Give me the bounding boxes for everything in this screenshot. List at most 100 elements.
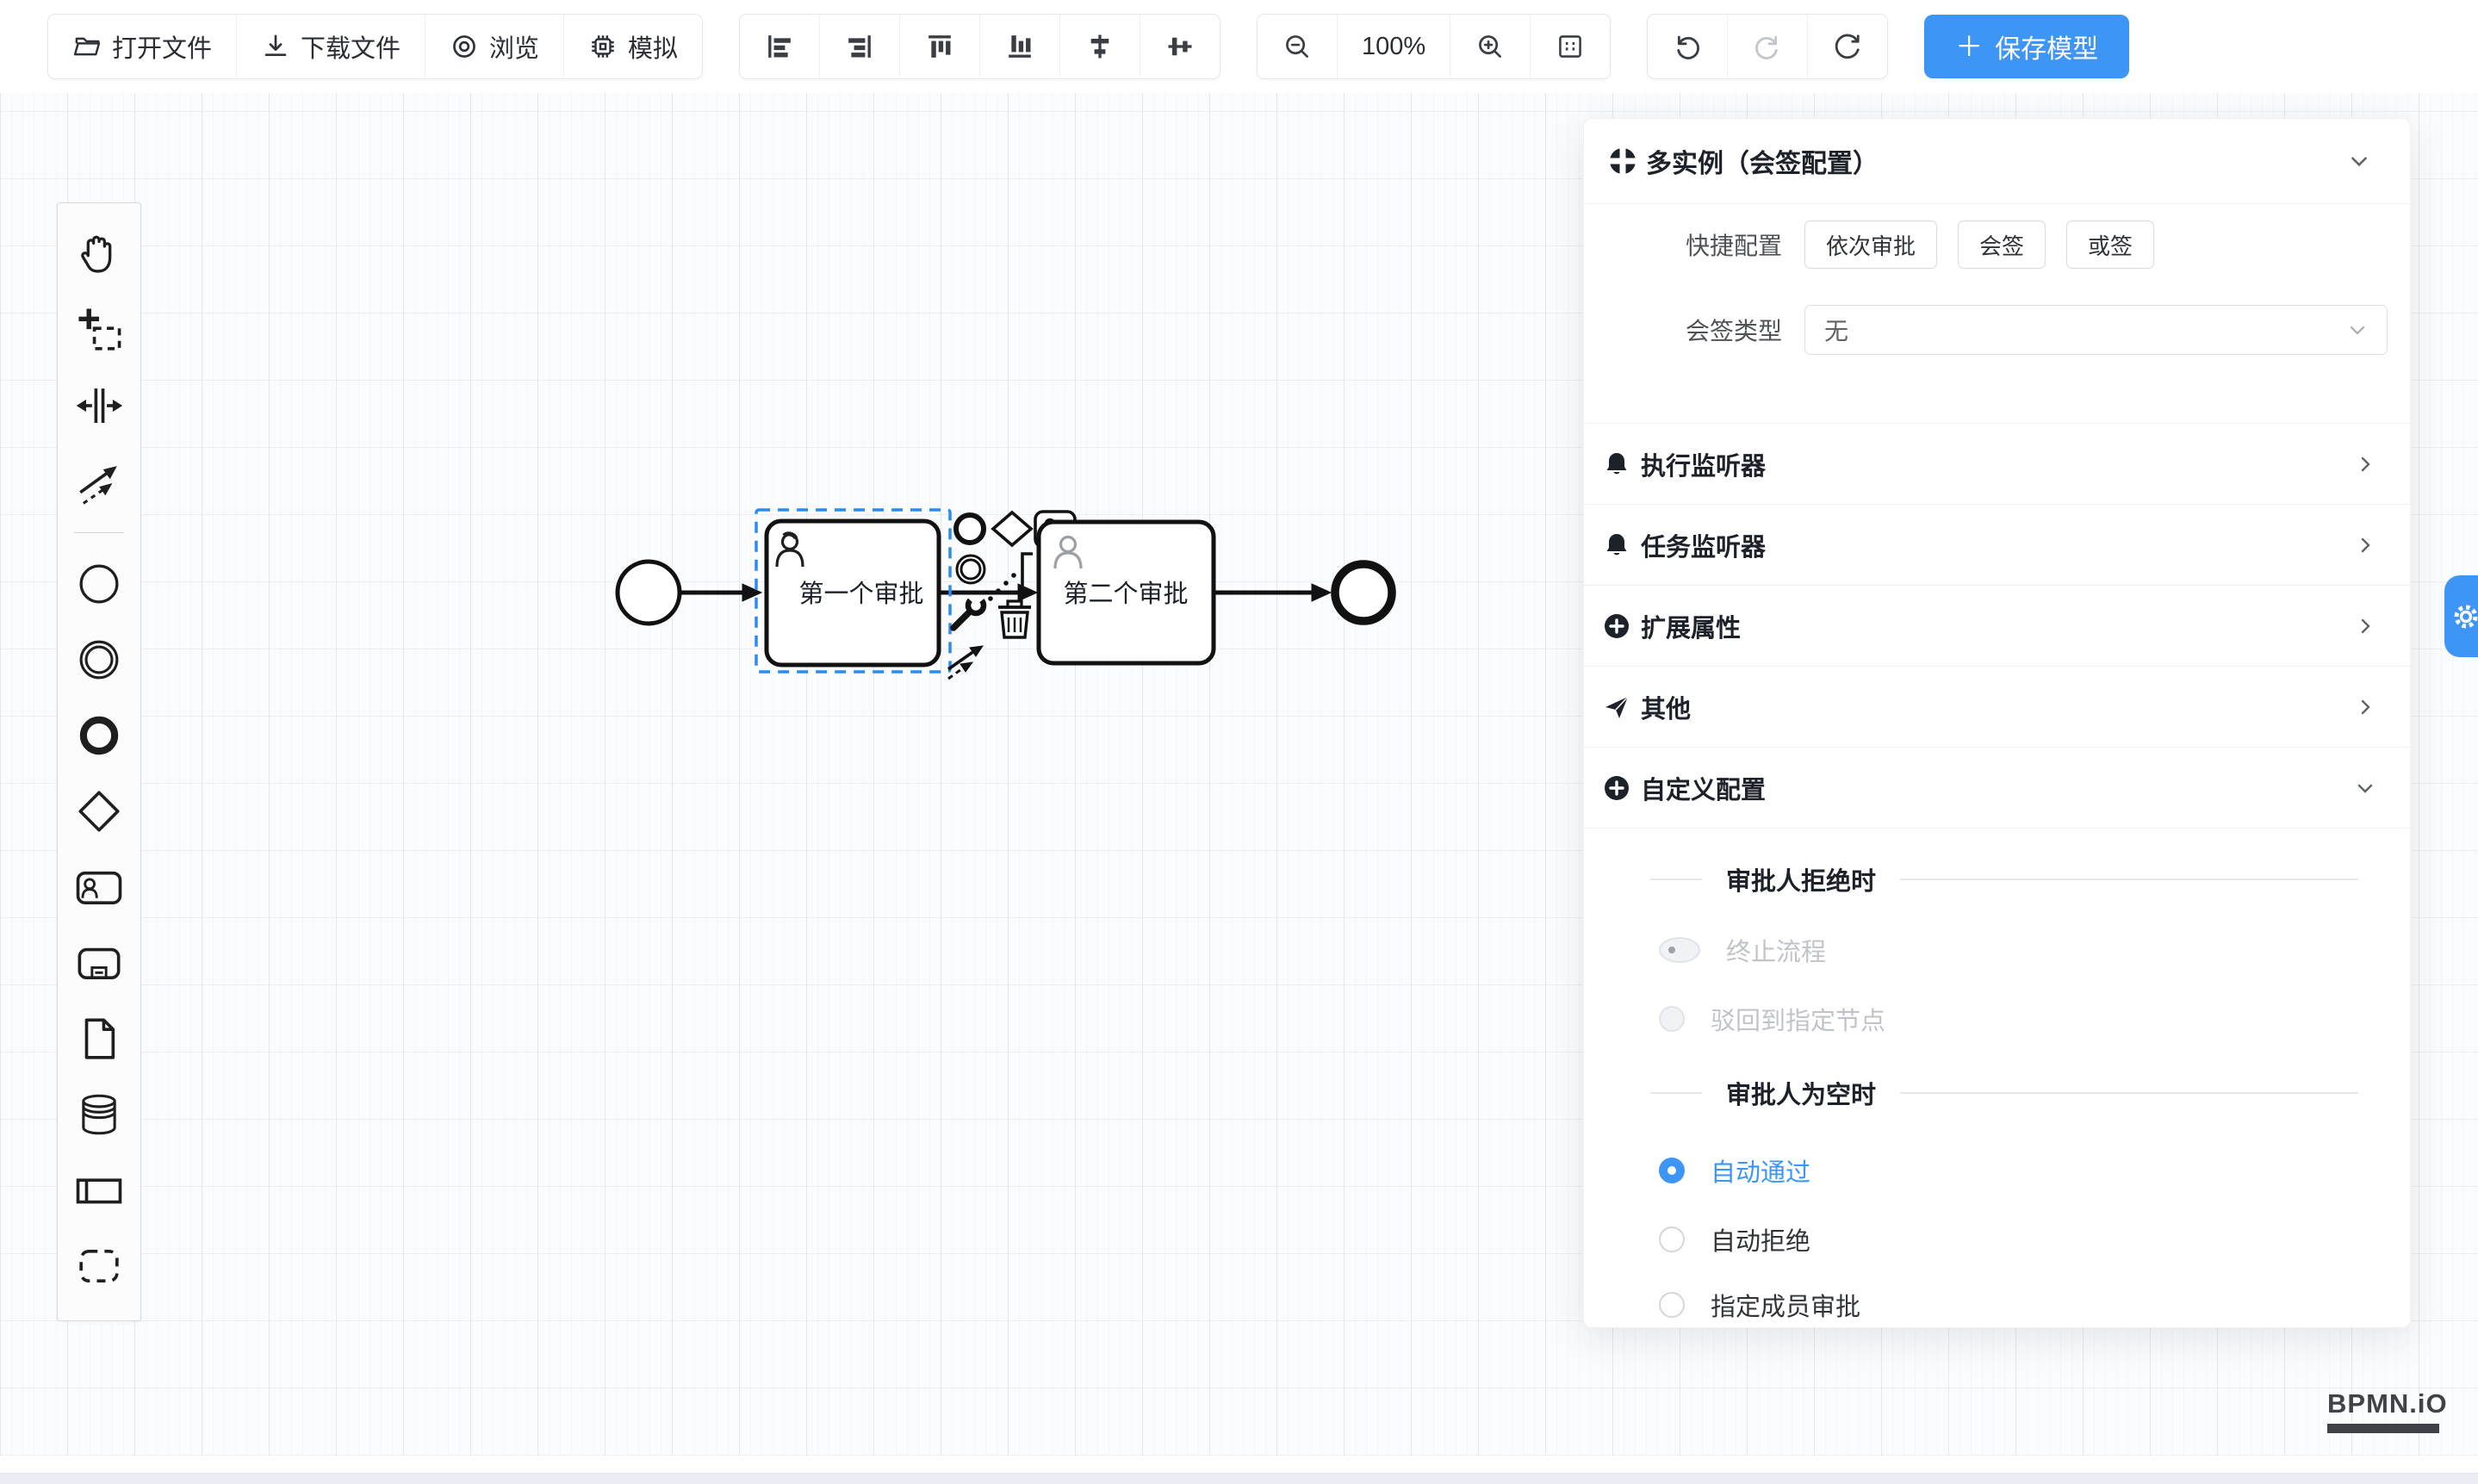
save-model-label: 保存模型 (1995, 28, 2098, 65)
divider (1900, 1092, 2358, 1094)
quick-countersign-button[interactable]: 会签 (1958, 220, 2046, 269)
space-tool-icon (74, 381, 124, 431)
document-icon (74, 1014, 124, 1064)
bpmn-diagram: 第一个审批 (0, 93, 1550, 868)
radio-button[interactable] (1659, 1158, 1685, 1183)
align-left-button[interactable] (740, 15, 820, 78)
zoom-in-button[interactable] (1450, 15, 1531, 78)
end-event[interactable] (1335, 564, 1392, 621)
delete-trash-icon[interactable] (998, 601, 1031, 637)
sequence-flow-3[interactable] (1214, 584, 1331, 601)
radio-return-to-node: 驳回到指定节点 (1584, 1001, 2410, 1037)
reject-when-header: 审批人拒绝时 (1584, 861, 2410, 897)
folder-open-icon (72, 32, 102, 61)
change-type-wrench-icon[interactable] (953, 594, 987, 628)
simulate-button[interactable]: 模拟 (564, 15, 702, 78)
align-center-vertical-button[interactable] (1140, 15, 1220, 78)
align-top-button[interactable] (900, 15, 980, 78)
palette-hand-tool[interactable] (68, 226, 130, 283)
quick-config-row: 快捷配置 依次审批 会签 或签 (1584, 220, 2410, 270)
save-model-button[interactable]: ＋ 保存模型 (1924, 15, 2129, 78)
quick-config-label: 快捷配置 (1661, 227, 1782, 262)
group-title: 审批人为空时 (1726, 1075, 1876, 1111)
section-custom-config[interactable]: 自定义配置 (1584, 748, 2410, 828)
append-intermediate-event-icon[interactable] (957, 556, 984, 583)
chip-icon (588, 32, 618, 61)
append-gateway-icon[interactable] (993, 512, 1031, 545)
gateway-icon (74, 786, 124, 836)
palette-create-intermediate-event[interactable] (68, 631, 130, 688)
palette-create-user-task[interactable] (68, 859, 130, 916)
palette-create-gateway[interactable] (68, 783, 130, 840)
undo-button[interactable] (1648, 15, 1728, 78)
radio-button (1659, 1006, 1685, 1032)
download-file-button[interactable]: 下载文件 (237, 15, 425, 78)
section-execution-listener[interactable]: 执行监听器 (1584, 424, 2410, 504)
panel-header[interactable]: 多实例（会签配置） (1584, 119, 2410, 203)
sequence-flow-1[interactable] (681, 584, 761, 601)
radio-label: 终止流程 (1726, 932, 1826, 968)
palette-create-group[interactable] (68, 1238, 130, 1295)
download-icon (261, 32, 290, 61)
radio-button[interactable] (1659, 1292, 1685, 1318)
section-label: 其他 (1641, 689, 2344, 725)
align-right-button[interactable] (820, 15, 900, 78)
radio-button[interactable] (1659, 1226, 1685, 1252)
bpmn-io-logo[interactable]: BPMN.iO (2327, 1388, 2448, 1433)
open-file-button[interactable]: 打开文件 (48, 15, 237, 78)
section-label: 执行监听器 (1641, 446, 2344, 482)
radio-assign-member[interactable]: 指定成员审批 (1584, 1287, 2410, 1323)
task-second-approval[interactable]: 第二个审批 (1039, 522, 1214, 663)
settings-tab[interactable] (2444, 575, 2478, 657)
section-other[interactable]: 其他 (1584, 667, 2410, 747)
logo-underline (2327, 1424, 2439, 1433)
connect-arrows-icon (74, 456, 124, 506)
file-toolbar-group: 打开文件 下载文件 浏览 模拟 (47, 14, 703, 79)
sign-type-select[interactable]: 无 (1804, 305, 2388, 355)
palette-space-tool[interactable] (68, 377, 130, 434)
connect-tool-icon[interactable] (948, 646, 983, 679)
undo-icon (1672, 31, 1703, 62)
end-event-icon (74, 711, 124, 761)
radio-auto-reject[interactable]: 自动拒绝 (1584, 1221, 2410, 1257)
palette-lasso-tool[interactable] (68, 301, 130, 358)
plus-icon: ＋ (1955, 33, 1983, 60)
chevron-down-icon (2347, 320, 2368, 340)
palette-create-participant[interactable] (68, 1162, 130, 1219)
zoom-out-button[interactable] (1258, 15, 1338, 78)
sign-type-row: 会签类型 无 (1584, 305, 2410, 355)
open-file-label: 打开文件 (112, 28, 212, 65)
palette-create-document[interactable] (68, 1010, 130, 1067)
empty-when-header: 审批人为空时 (1584, 1075, 2410, 1111)
section-extended-properties[interactable]: 扩展属性 (1584, 586, 2410, 666)
palette-connect-tool[interactable] (68, 453, 130, 510)
quick-sequential-button[interactable]: 依次审批 (1804, 220, 1937, 269)
fit-viewport-button[interactable] (1531, 15, 1610, 78)
task-label: 第二个审批 (1063, 580, 1188, 608)
refresh-icon (1832, 31, 1863, 62)
bottom-scroll-strip[interactable] (0, 1473, 2478, 1484)
radio-auto-pass[interactable]: 自动通过 (1584, 1152, 2410, 1189)
preview-button[interactable]: 浏览 (425, 15, 564, 78)
start-event[interactable] (618, 562, 680, 624)
task-first-approval[interactable]: 第一个审批 (767, 521, 939, 665)
palette-create-start-event[interactable] (68, 556, 130, 612)
sign-type-value: 无 (1824, 313, 2347, 347)
multi-instance-icon (1608, 146, 1637, 176)
align-bottom-button[interactable] (980, 15, 1060, 78)
align-bottom-icon (1004, 31, 1035, 62)
palette-create-end-event[interactable] (68, 707, 130, 764)
quick-orsign-button[interactable]: 或签 (2066, 220, 2154, 269)
redo-button[interactable] (1728, 15, 1808, 78)
chevron-down-icon (2348, 150, 2370, 172)
align-center-horizontal-button[interactable] (1060, 15, 1140, 78)
append-end-event-icon[interactable] (956, 515, 984, 543)
download-file-label: 下载文件 (301, 28, 401, 65)
palette-create-subprocess[interactable] (68, 934, 130, 991)
logo-text: BPMN.iO (2327, 1388, 2448, 1419)
restart-button[interactable] (1808, 15, 1887, 78)
zoom-out-icon (1282, 31, 1313, 62)
palette-create-datastore[interactable] (68, 1086, 130, 1143)
preview-eye-icon (450, 32, 479, 61)
section-task-listener[interactable]: 任务监听器 (1584, 505, 2410, 585)
